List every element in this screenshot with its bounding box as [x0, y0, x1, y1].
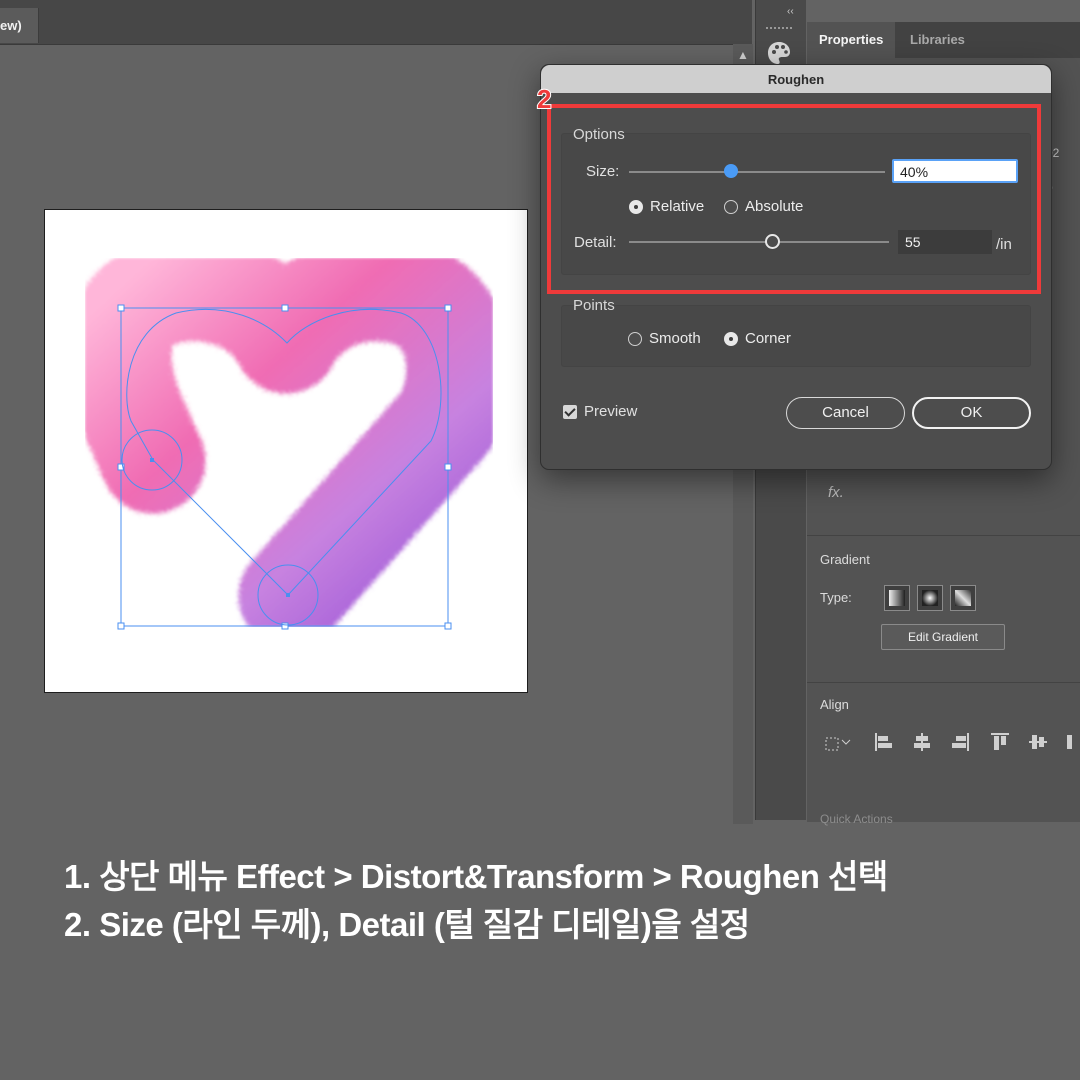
ok-button[interactable]: OK — [912, 397, 1031, 429]
divider — [807, 535, 1080, 536]
align-right-icon[interactable] — [948, 730, 972, 754]
caption-step-2: 2. Size (라인 두께), Detail (털 질감 디테일)을 설정 — [64, 906, 750, 943]
align-horizontal-center-icon[interactable] — [910, 730, 934, 754]
document-tab-strip: ew) — [0, 0, 752, 45]
preview-checkbox[interactable] — [563, 405, 577, 419]
smooth-radio-button[interactable] — [628, 332, 642, 346]
caption-step-1: 1. 상단 메뉴 Effect > Distort&Transform > Ro… — [64, 858, 888, 895]
collapse-panels-icon[interactable]: ‹‹ — [787, 6, 794, 17]
gradient-section-title: Gradient — [820, 552, 870, 567]
align-vertical-center-icon[interactable] — [1026, 730, 1050, 754]
fx-icon[interactable]: fx. — [828, 484, 844, 501]
align-bottom-icon[interactable] — [1064, 730, 1080, 754]
artboard[interactable] — [44, 209, 528, 693]
align-section-title: Align — [820, 697, 849, 712]
highlight-box — [547, 104, 1041, 294]
align-left-icon[interactable] — [872, 730, 896, 754]
preview-label: Preview — [584, 403, 638, 420]
tab-properties-label: Properties — [819, 32, 884, 47]
document-tab[interactable]: ew) — [0, 8, 39, 43]
gradient-type-label: Type: — [820, 590, 852, 605]
align-top-icon[interactable] — [988, 730, 1012, 754]
points-group-label: Points — [573, 297, 615, 314]
dialog-titlebar[interactable]: Roughen — [541, 65, 1051, 93]
radial-gradient-button[interactable] — [917, 585, 943, 611]
document-tab-label: ew) — [0, 18, 22, 33]
tab-libraries[interactable]: Libraries — [898, 22, 977, 58]
fuzzy-heart-artwork[interactable] — [45, 210, 527, 692]
cancel-button[interactable]: Cancel — [786, 397, 905, 429]
divider — [807, 682, 1080, 683]
smooth-radio[interactable]: Smooth — [628, 330, 713, 350]
panel-grip[interactable] — [766, 27, 792, 35]
edit-gradient-button[interactable]: Edit Gradient — [881, 624, 1005, 650]
corner-radio[interactable]: Corner — [724, 330, 809, 350]
freeform-gradient-button[interactable] — [950, 585, 976, 611]
linear-gradient-button[interactable] — [884, 585, 910, 611]
corner-radio-button[interactable] — [724, 332, 738, 346]
tab-libraries-label: Libraries — [910, 32, 965, 47]
step-number-badge: 2 — [536, 83, 553, 115]
tab-properties[interactable]: Properties — [807, 22, 896, 58]
quick-actions-title: Quick Actions — [820, 812, 893, 826]
palette-icon[interactable] — [766, 40, 792, 66]
corner-radio-label: Corner — [745, 330, 791, 347]
panel-tabs: Properties Libraries — [807, 22, 1080, 58]
dialog-title: Roughen — [767, 72, 825, 87]
smooth-radio-label: Smooth — [649, 330, 701, 347]
align-to-icon[interactable] — [822, 730, 851, 754]
